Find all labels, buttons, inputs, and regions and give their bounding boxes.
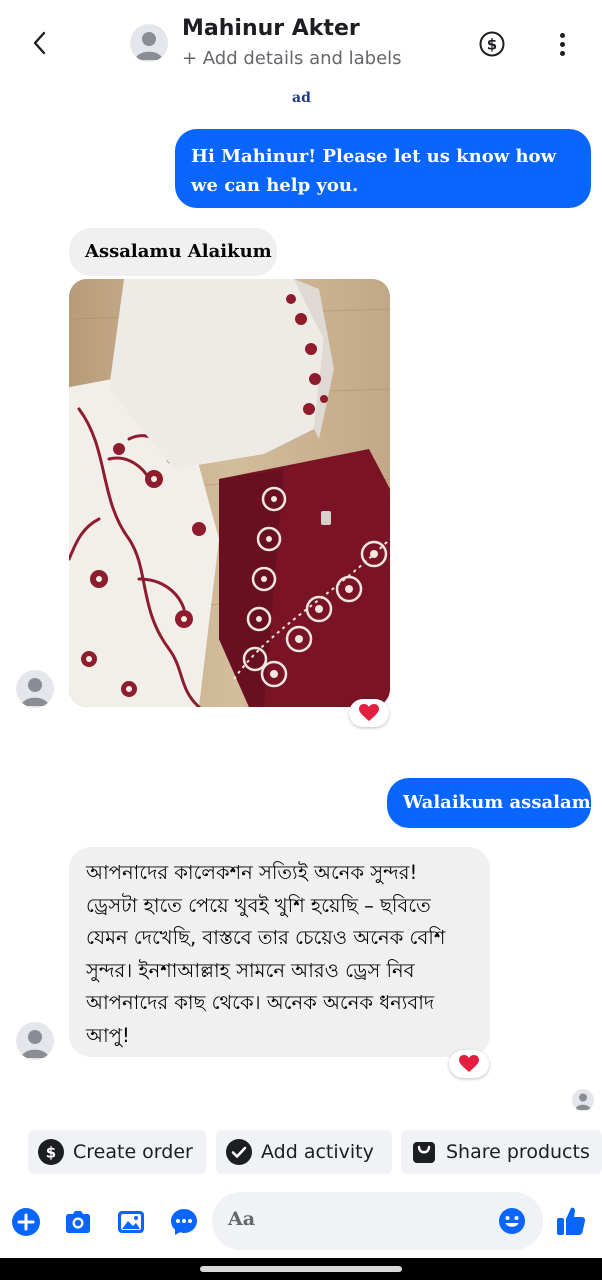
chevron-left-icon: [33, 31, 46, 55]
add-activity-button[interactable]: Add activity: [216, 1130, 392, 1174]
seen-indicator-avatar: [572, 1089, 594, 1111]
heart-icon: [359, 704, 379, 721]
more-vertical-icon: [559, 32, 565, 38]
message-bubble-outgoing[interactable]: Walaikum assalam: [387, 778, 591, 828]
share-products-label: Share products: [446, 1141, 590, 1163]
ad-label: ad: [292, 90, 311, 106]
emoji-icon: [499, 1208, 525, 1234]
contact-avatar-small[interactable]: [16, 1022, 54, 1060]
plus-button[interactable]: [11, 1207, 41, 1237]
more-options-button[interactable]: [548, 28, 576, 60]
gallery-button[interactable]: [116, 1207, 146, 1237]
shopping-bag-icon: [413, 1142, 435, 1163]
home-gesture-pill[interactable]: [200, 1266, 402, 1272]
check-circle-icon: [226, 1139, 252, 1165]
payment-button[interactable]: $: [478, 30, 506, 58]
camera-icon: [66, 1211, 90, 1233]
share-products-button[interactable]: Share products: [401, 1130, 602, 1174]
emoji-button[interactable]: [498, 1207, 526, 1235]
heart-reaction[interactable]: [449, 1050, 489, 1078]
like-button[interactable]: [555, 1205, 587, 1237]
contact-avatar[interactable]: [130, 24, 168, 62]
svg-text:$: $: [487, 36, 497, 54]
contact-avatar-small[interactable]: [16, 670, 54, 708]
add-activity-label: Add activity: [261, 1141, 374, 1163]
create-order-label: Create order: [73, 1141, 193, 1163]
svg-text:$: $: [46, 1144, 56, 1162]
back-button[interactable]: [22, 26, 56, 60]
chat-bubble-icon: [171, 1209, 197, 1235]
camera-button[interactable]: [63, 1207, 93, 1237]
message-bubble-incoming[interactable]: আপনাদের কালেকশন সত্যিই অনেক সুন্দর! ড্রে…: [69, 847, 490, 1057]
message-bubble-outgoing[interactable]: Hi Mahinur! Please let us know how we ca…: [175, 129, 591, 208]
message-input-placeholder: Aa: [228, 1208, 256, 1230]
gallery-icon: [118, 1211, 144, 1233]
chat-header: Mahinur Akter + Add details and labels $: [0, 0, 602, 86]
like-icon: [557, 1207, 586, 1235]
add-details-link[interactable]: + Add details and labels: [182, 48, 402, 69]
system-navigation-bar: [0, 1258, 602, 1280]
plus-icon: [12, 1208, 40, 1236]
contact-name[interactable]: Mahinur Akter: [182, 16, 360, 41]
message-photo[interactable]: [69, 279, 390, 707]
chat-extensions-button[interactable]: [169, 1207, 199, 1237]
message-bubble-incoming[interactable]: Assalamu Alaikum: [69, 228, 277, 276]
heart-icon: [459, 1055, 479, 1072]
dollar-circle-icon: $: [479, 31, 505, 57]
heart-reaction[interactable]: [349, 699, 389, 727]
dollar-circle-icon: $: [38, 1139, 64, 1165]
message-input[interactable]: Aa: [212, 1192, 543, 1250]
create-order-button[interactable]: $ Create order: [28, 1130, 206, 1174]
